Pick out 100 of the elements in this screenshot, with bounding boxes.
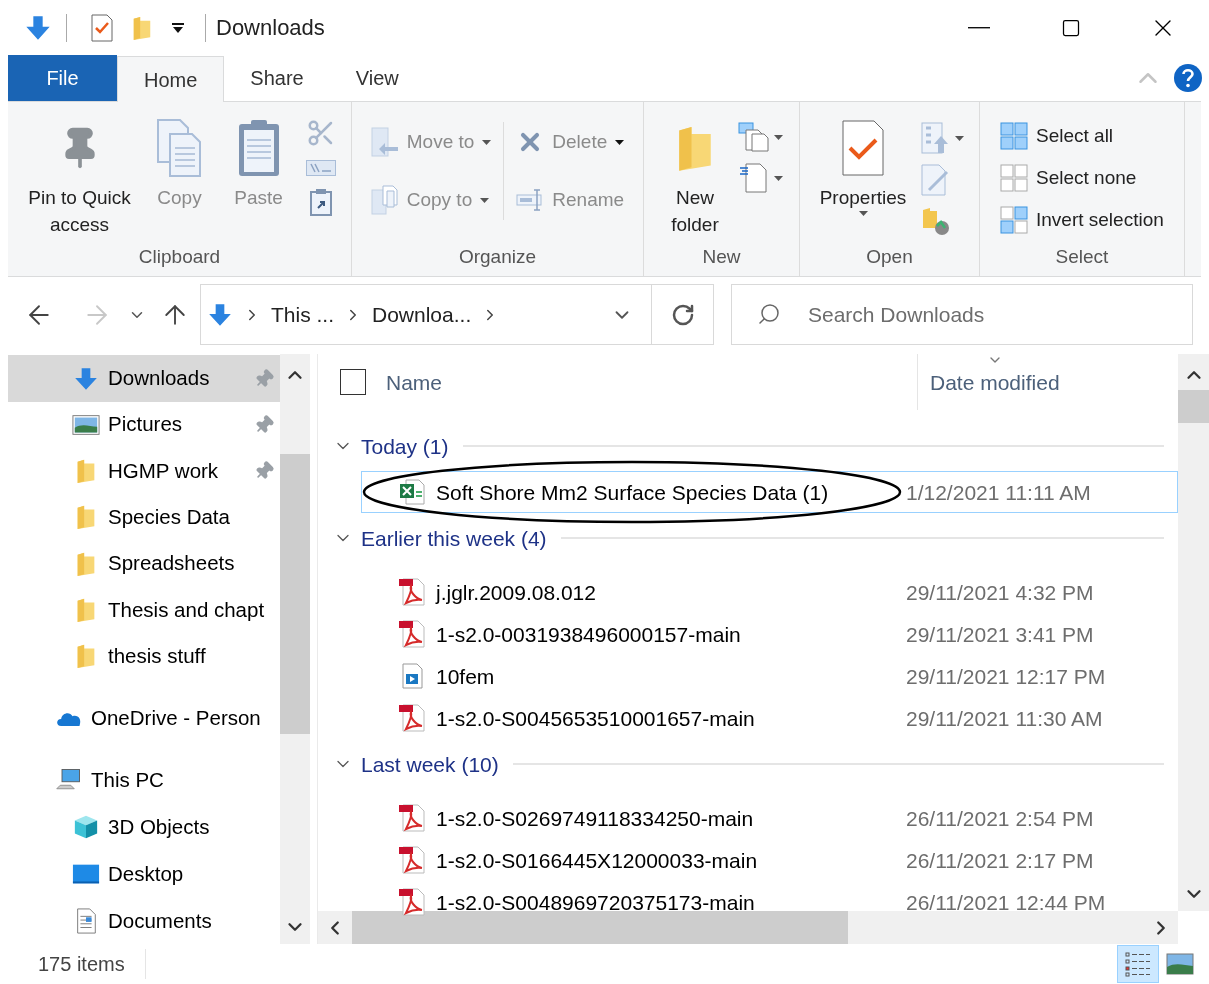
search-field[interactable]: Search Downloads [731,284,1193,346]
group-header[interactable]: Last week (10) [361,748,499,781]
sidebar-item[interactable]: HGMP work [8,447,280,495]
ribbon-tab[interactable]: Share [224,55,330,101]
dropdown-arrow-icon [615,139,625,145]
sidebar-item-label: Species Data [108,504,230,530]
maximize-icon [1061,17,1081,38]
ribbon-large-button[interactable]: New folder [660,108,730,238]
sidebar-item[interactable]: Desktop [8,850,280,898]
sidebar-item[interactable]: OneDrive - Person [8,694,280,742]
properties-icon[interactable] [91,13,113,42]
ribbon-tab[interactable]: Home [117,56,225,102]
ribbon-group-label: New [702,245,741,270]
sidebar-item[interactable]: Thesis and chapt [8,586,280,634]
sidebar-item-label: Thesis and chapt [108,596,265,623]
download-arrow-icon[interactable] [24,13,52,42]
file-name: 1-s2.0-S0166445X12000033-main [436,847,758,874]
history-icon[interactable] [921,206,951,236]
help-icon[interactable] [1173,63,1203,93]
ribbon-group-label: Select [1055,245,1109,270]
pdf-file-icon [398,619,426,650]
ribbon-small-button[interactable]: Select none [1000,158,1164,198]
sidebar-item[interactable]: thesis stuff [8,633,280,680]
details-view-button[interactable] [1117,945,1159,984]
easy-access-icon[interactable] [738,162,770,194]
sidebar-item-label: OneDrive - Person [91,704,261,731]
sidebar-item[interactable]: Pictures [8,401,280,448]
move-to-icon [370,127,399,157]
file-row[interactable]: 10fem 29/11/2021 12:17 PM [361,655,1178,698]
select-none-icon [1000,164,1028,192]
scrollbar-thumb[interactable] [1178,390,1209,424]
dropdown-arrow-icon [774,134,783,140]
rename-icon [516,188,545,212]
ribbon-group-label: Open [866,245,913,270]
sidebar-item-label: Documents [108,907,212,934]
file-row[interactable]: Soft Shore Mm2 Surface Species Data (1) 1/12/2021 11:11 AM [361,471,1178,514]
thumbnail-icon [1166,953,1194,976]
sidebar-item-label: Pictures [108,411,183,438]
ribbon-large-button[interactable]: Properties [815,108,911,236]
file-row[interactable]: 1-s2.0-S0166445X12000033-main 26/11/2021 2:17 PM [361,839,1178,882]
file-date: 1/12/2021 11:11 AM [906,479,1091,506]
sidebar-item[interactable]: Spreadsheets [8,540,280,587]
ribbon-group-label: Organize [458,245,537,270]
pdf-file-icon [398,703,426,734]
breadcrumb-item[interactable]: Downloa... [372,299,472,331]
file-date: 26/11/2021 2:17 PM [906,847,1094,874]
breadcrumb-item[interactable]: This ... [271,299,334,331]
sidebar-item[interactable]: 3D Objects [8,803,280,851]
file-name: 1-s2.0-0031938496000157-main [436,621,741,648]
ribbon-large-button[interactable]: Pin to Quick access [20,108,139,238]
file-date: 29/11/2021 3:41 PM [906,621,1094,648]
scrollbar-thumb[interactable] [280,454,310,735]
sidebar-item[interactable]: Documents [8,897,280,945]
file-row[interactable]: 1-s2.0-0031938496000157-main 29/11/2021 3:41 PM [361,613,1178,656]
scrollbar-thumb[interactable] [352,911,848,945]
customize-toolbar-icon[interactable] [171,21,185,34]
horizontal-scrollbar[interactable] [318,911,1178,945]
cube-icon [72,813,100,840]
column-header[interactable]: Name [386,368,917,399]
dropdown-arrow-icon [858,211,868,216]
refresh-icon [670,302,695,327]
clipboard-icon [236,118,281,178]
file-row[interactable]: 1-s2.0-S0048969720375173-main 26/11/2021 12:44 PM [361,881,1178,924]
pdf-file-icon [398,577,426,608]
refresh-button[interactable] [652,284,714,346]
sidebar-item[interactable]: This PC [8,756,280,804]
group-header[interactable]: Earlier this week (4) [361,522,547,555]
ribbon-tab[interactable]: View [329,55,425,101]
item-count: 175 items [38,949,146,980]
sidebar-scrollbar[interactable] [280,354,310,945]
ribbon-small-button[interactable]: Select all [1000,116,1164,156]
file-tab[interactable]: File [8,55,117,101]
sidebar-item-label: 3D Objects [108,813,210,840]
download-arrow-icon [207,301,233,328]
properties-icon [842,120,884,176]
file-row[interactable]: 1-s2.0-S0045653510001657-main 29/11/2021 11:30 AM [361,697,1178,740]
select-all-checkbox[interactable] [340,369,366,396]
dropdown-arrow-icon [480,197,490,203]
file-row[interactable]: j.jglr.2009.08.012 29/11/2021 4:32 PM [361,571,1178,614]
dropdown-arrow-icon [955,135,964,141]
paste-shortcut-icon[interactable] [309,188,332,216]
file-date: 26/11/2021 12:44 PM [906,889,1106,916]
file-row[interactable]: 1-s2.0-S0269749118334250-main 26/11/2021 2:54 PM [361,797,1178,840]
new-item-icon[interactable] [738,122,770,152]
invert-selection-icon [1000,206,1028,234]
file-name: j.jglr.2009.08.012 [436,579,596,606]
sidebar-item-label: thesis stuff [108,642,206,669]
column-header[interactable]: Date modified [930,368,1060,399]
group-header[interactable]: Today (1) [361,430,449,463]
ribbon-small-button[interactable]: Invert selection [1000,200,1164,240]
sidebar-item[interactable]: Downloads [8,355,280,402]
sidebar-item[interactable]: Species Data [8,494,280,541]
vertical-scrollbar[interactable] [1178,354,1209,912]
ribbon-group-label: Clipboard [138,245,221,270]
file-name: 1-s2.0-S0269749118334250-main [436,805,754,832]
search-icon [757,302,781,327]
sidebar-item-label: Downloads [108,365,210,392]
file-date: 29/11/2021 4:32 PM [906,579,1094,606]
details-list-icon [1124,950,1152,979]
address-bar[interactable]: This ... Downloa... [200,284,652,346]
